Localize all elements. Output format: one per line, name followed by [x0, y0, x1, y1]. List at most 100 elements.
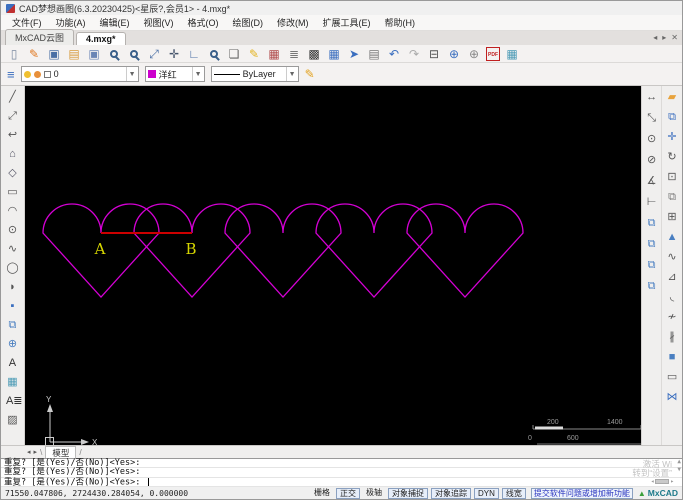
move-icon[interactable]: ✛ [665, 129, 680, 145]
zoom-realtime-icon[interactable] [206, 46, 222, 62]
box3d-icon[interactable]: ■ [665, 349, 680, 365]
menu-item-7[interactable]: 扩展工具(E) [316, 15, 378, 30]
tab-drawing-4mxg[interactable]: 4.mxg* [76, 32, 126, 45]
layer-select[interactable]: 0 ▼ [20, 66, 139, 82]
offset-icon[interactable]: ⊡ [665, 169, 680, 185]
insert-image-icon[interactable]: ▦ [504, 46, 520, 62]
layers-icon[interactable]: ▩ [306, 46, 322, 62]
draw-line-icon[interactable]: ╱ [5, 89, 20, 105]
match-properties-icon[interactable]: ⧉ [644, 215, 659, 231]
copy-block-icon[interactable]: ⧉ [644, 236, 659, 252]
command-scroll-vertical[interactable]: ▲ ▼ [677, 459, 681, 473]
rotate-icon[interactable]: ↻ [665, 149, 680, 165]
zoom-extents-icon[interactable]: ⤢ [146, 46, 162, 62]
tab-mxcad-cloud[interactable]: MxCAD云图 [5, 29, 74, 45]
toggle-正交[interactable]: 正交 [335, 487, 360, 499]
toggle-线宽[interactable]: 线宽 [501, 487, 526, 499]
display-settings-icon[interactable]: ▦ [326, 46, 342, 62]
rect-edit-icon[interactable]: ▭ [665, 369, 680, 385]
draw-mtext-icon[interactable]: A≣ [5, 393, 23, 409]
export-pdf-icon[interactable]: PDF [486, 46, 500, 61]
draw-hatch-icon[interactable]: ▨ [5, 412, 20, 428]
dim-angular-icon[interactable]: ∡ [644, 173, 659, 189]
menu-item-2[interactable]: 编辑(E) [93, 15, 137, 30]
palette-icon[interactable]: ▦ [266, 46, 282, 62]
array-icon[interactable]: ⊞ [665, 209, 680, 225]
command-scroll-horizontal[interactable]: ◂ ▸ [651, 478, 674, 485]
draw-rectangle-icon[interactable]: ▭ [5, 184, 20, 200]
scale-icon[interactable]: ⊿ [665, 269, 680, 285]
fillet-icon[interactable]: ◟ [665, 289, 680, 305]
menu-item-3[interactable]: 视图(V) [137, 15, 181, 30]
new-file-icon[interactable]: ▯ [6, 46, 22, 62]
draw-arc-icon[interactable]: ◠ [5, 203, 20, 219]
web-tools-icon[interactable]: ⊕ [466, 46, 482, 62]
draw-point-icon[interactable]: ▪ [5, 298, 20, 314]
draw-ellipse-arc-icon[interactable]: ◗ [5, 279, 20, 295]
point-label-B[interactable]: B [185, 240, 196, 258]
select-zoom-icon[interactable]: ❏ [226, 46, 242, 62]
tab-scroll-left-icon[interactable]: ◂ [653, 33, 657, 42]
linetype-select[interactable]: ByLayer ▼ [210, 66, 299, 82]
draw-xline-icon[interactable]: ⤢ [5, 108, 20, 124]
menu-item-6[interactable]: 修改(M) [270, 15, 316, 30]
feedback-link[interactable]: 提交软件问题或增加新功能 [530, 487, 633, 499]
layout-next-icon[interactable]: ▸ [34, 448, 38, 456]
redo-icon[interactable]: ↷ [406, 46, 422, 62]
heart-entity[interactable] [224, 203, 342, 298]
erase-icon[interactable]: ▰ [665, 89, 680, 105]
draw-ellipse-icon[interactable]: ◯ [5, 260, 20, 276]
insert-raster-image-icon[interactable]: ▦ [5, 374, 20, 390]
toggle-栅格[interactable]: 栅格 [311, 488, 333, 499]
undo-icon[interactable]: ↶ [386, 46, 402, 62]
open-folder-icon[interactable]: ▤ [66, 46, 82, 62]
menu-item-8[interactable]: 帮助(H) [378, 15, 423, 30]
dim-diameter-icon[interactable]: ⊘ [644, 152, 659, 168]
heart-entity[interactable] [315, 203, 433, 298]
command-input-line[interactable]: 重复? [是(Yes)/否(No)]<Yes>: [1, 477, 682, 487]
draw-polygon-icon[interactable]: ⌂ [5, 146, 20, 162]
tab-scroll-right-icon[interactable]: ▸ [662, 33, 666, 42]
draw-polyline-icon[interactable]: ◇ [5, 165, 20, 181]
break-icon[interactable]: ≁ [665, 309, 680, 325]
text-style-icon[interactable]: ≣ [286, 46, 302, 62]
draw-pencil-icon[interactable]: ✎ [246, 46, 262, 62]
menu-item-5[interactable]: 绘图(D) [226, 15, 271, 30]
save-as-icon[interactable]: ▣ [86, 46, 102, 62]
save-icon[interactable]: ▣ [46, 46, 62, 62]
menu-item-4[interactable]: 格式(O) [181, 15, 226, 30]
trim-icon[interactable]: ∦ [665, 329, 680, 345]
dim-radius-icon[interactable]: ⊙ [644, 131, 659, 147]
zoom-window-icon[interactable] [126, 46, 142, 62]
toggle-极轴[interactable]: 极轴 [363, 488, 385, 499]
copy-icon[interactable]: ⧉ [665, 109, 680, 125]
draw-text-icon[interactable]: A [5, 355, 20, 371]
dim-linear-icon[interactable]: ↔ [644, 89, 659, 105]
tab-close-icon[interactable]: ✕ [671, 33, 678, 42]
menu-item-0[interactable]: 文件(F) [5, 15, 49, 30]
draw-revcloud-icon[interactable]: ↩ [5, 127, 20, 143]
heart-entity[interactable] [406, 203, 524, 298]
edit-brush-icon[interactable]: ✎ [26, 46, 42, 62]
dim-aligned-icon[interactable]: ⤡ [644, 110, 659, 126]
select-cursor-icon[interactable]: ➤ [346, 46, 362, 62]
draw-order-pencil-icon[interactable]: ✎ [305, 67, 315, 81]
pan-icon[interactable]: ✛ [166, 46, 182, 62]
explode-icon[interactable]: ⧉ [644, 278, 659, 294]
toggle-DYN[interactable]: DYN [473, 487, 499, 499]
print-icon[interactable]: ⊟ [426, 46, 442, 62]
point-label-A[interactable]: A [94, 240, 106, 258]
join-icon[interactable]: ⋈ [665, 389, 680, 405]
paste-icon[interactable]: ⧉ [665, 189, 680, 205]
dim-continue-icon[interactable]: ⊢ [644, 194, 659, 210]
block-edit-icon[interactable]: ⧉ [644, 257, 659, 273]
options-icon[interactable]: ▤ [366, 46, 382, 62]
drawing-canvas[interactable]: AB Y X 200 1400 0 600 [24, 86, 642, 445]
zoom-in-icon[interactable] [106, 46, 122, 62]
make-block-icon[interactable]: ⧉ [5, 317, 20, 333]
draw-spline-icon[interactable]: ∿ [5, 241, 20, 257]
tab-model[interactable]: 模型 [45, 445, 77, 459]
toggle-对象捕捉[interactable]: 对象捕捉 [387, 487, 428, 499]
draw-circle-icon[interactable]: ⊙ [5, 222, 20, 238]
color-select[interactable]: 洋红 ▼ [144, 66, 205, 82]
